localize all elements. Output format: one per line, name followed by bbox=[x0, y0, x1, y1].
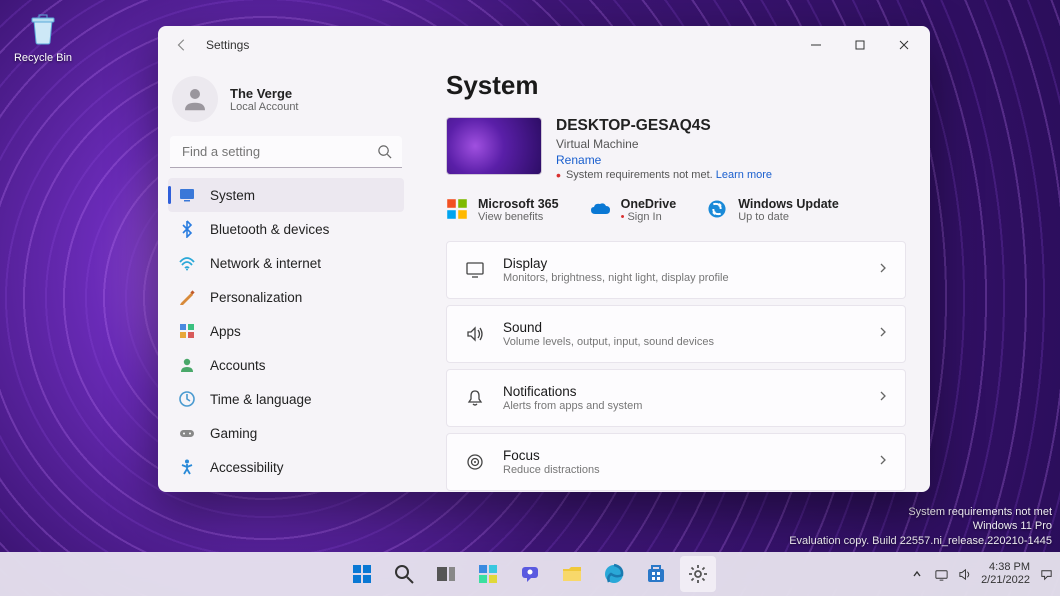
service-microsoft365[interactable]: Microsoft 365View benefits bbox=[446, 197, 559, 223]
chevron-right-icon bbox=[877, 453, 889, 471]
avatar-icon bbox=[172, 76, 218, 122]
desktop-watermark: System requirements not met Windows 11 P… bbox=[789, 505, 1052, 548]
taskbar: 4:38 PM 2/21/2022 bbox=[0, 552, 1060, 596]
page-title: System bbox=[446, 70, 906, 101]
back-button[interactable] bbox=[172, 35, 192, 55]
explorer-button[interactable] bbox=[554, 556, 590, 592]
card-display[interactable]: DisplayMonitors, brightness, night light… bbox=[446, 241, 906, 299]
search-input[interactable] bbox=[170, 136, 402, 168]
accessibility-icon bbox=[178, 458, 196, 476]
store-button[interactable] bbox=[638, 556, 674, 592]
close-button[interactable] bbox=[882, 30, 926, 60]
chat-button[interactable] bbox=[512, 556, 548, 592]
widgets-button[interactable] bbox=[470, 556, 506, 592]
learn-more-link[interactable]: Learn more bbox=[716, 169, 772, 181]
personalization-icon bbox=[178, 288, 196, 306]
bluetooth-icon bbox=[178, 220, 196, 238]
system-icon bbox=[178, 186, 196, 204]
settings-window: Settings The Verge Local Account bbox=[158, 26, 930, 492]
service-windows-update[interactable]: Windows UpdateUp to date bbox=[706, 197, 839, 223]
card-notifications[interactable]: NotificationsAlerts from apps and system bbox=[446, 369, 906, 427]
account-type: Local Account bbox=[230, 101, 299, 113]
accounts-icon bbox=[178, 356, 196, 374]
window-title: Settings bbox=[206, 38, 249, 52]
card-sound[interactable]: SoundVolume levels, output, input, sound… bbox=[446, 305, 906, 363]
task-view-button[interactable] bbox=[428, 556, 464, 592]
service-onedrive[interactable]: OneDrive•Sign In bbox=[589, 197, 677, 223]
nav-personalization[interactable]: Personalization bbox=[168, 280, 404, 314]
chevron-right-icon bbox=[877, 389, 889, 407]
minimize-button[interactable] bbox=[794, 30, 838, 60]
chevron-right-icon bbox=[877, 261, 889, 279]
tray-notifications-icon[interactable] bbox=[1038, 566, 1054, 582]
tray-volume-icon[interactable] bbox=[957, 566, 973, 582]
gaming-icon bbox=[178, 424, 196, 442]
titlebar: Settings bbox=[158, 26, 930, 64]
recycle-bin-label: Recycle Bin bbox=[14, 52, 72, 64]
main-content: System DESKTOP-GESAQ4S Virtual Machine R… bbox=[414, 64, 930, 492]
search-icon bbox=[377, 144, 392, 164]
chevron-right-icon bbox=[877, 325, 889, 343]
nav-bluetooth[interactable]: Bluetooth & devices bbox=[168, 212, 404, 246]
notifications-icon bbox=[463, 388, 487, 408]
maximize-button[interactable] bbox=[838, 30, 882, 60]
requirements-notice: • System requirements not met. Learn mor… bbox=[556, 169, 772, 181]
network-icon bbox=[178, 254, 196, 272]
desktop: Recycle Bin System requirements not met … bbox=[0, 0, 1060, 596]
nav-accounts[interactable]: Accounts bbox=[168, 348, 404, 382]
tray-network-icon[interactable] bbox=[933, 566, 949, 582]
device-thumbnail bbox=[446, 117, 542, 175]
edge-button[interactable] bbox=[596, 556, 632, 592]
sound-icon bbox=[463, 324, 487, 344]
account-name: The Verge bbox=[230, 86, 299, 101]
device-type: Virtual Machine bbox=[556, 137, 772, 151]
sidebar: The Verge Local Account System bbox=[158, 64, 414, 492]
system-tray: 4:38 PM 2/21/2022 bbox=[909, 561, 1054, 586]
microsoft365-icon bbox=[446, 198, 468, 220]
card-focus[interactable]: FocusReduce distractions bbox=[446, 433, 906, 491]
nav-system[interactable]: System bbox=[168, 178, 404, 212]
nav-apps[interactable]: Apps bbox=[168, 314, 404, 348]
nav: System Bluetooth & devices Network & int… bbox=[168, 178, 404, 492]
recycle-bin[interactable]: Recycle Bin bbox=[12, 8, 74, 64]
search-button[interactable] bbox=[386, 556, 422, 592]
device-name: DESKTOP-GESAQ4S bbox=[556, 117, 772, 135]
account-block[interactable]: The Verge Local Account bbox=[168, 70, 404, 136]
focus-icon bbox=[463, 452, 487, 472]
recycle-bin-icon bbox=[23, 8, 63, 48]
rename-link[interactable]: Rename bbox=[556, 153, 772, 167]
settings-button[interactable] bbox=[680, 556, 716, 592]
time-language-icon bbox=[178, 390, 196, 408]
taskbar-clock[interactable]: 4:38 PM 2/21/2022 bbox=[981, 561, 1030, 586]
windows-update-icon bbox=[706, 198, 728, 220]
display-icon bbox=[463, 260, 487, 280]
tray-chevron-icon[interactable] bbox=[909, 566, 925, 582]
search-box bbox=[170, 136, 402, 168]
nav-time-language[interactable]: Time & language bbox=[168, 382, 404, 416]
nav-accessibility[interactable]: Accessibility bbox=[168, 450, 404, 484]
start-button[interactable] bbox=[344, 556, 380, 592]
services-row: Microsoft 365View benefits OneDrive•Sign… bbox=[446, 197, 906, 223]
nav-network[interactable]: Network & internet bbox=[168, 246, 404, 280]
nav-gaming[interactable]: Gaming bbox=[168, 416, 404, 450]
apps-icon bbox=[178, 322, 196, 340]
onedrive-icon bbox=[589, 198, 611, 220]
device-block: DESKTOP-GESAQ4S Virtual Machine Rename •… bbox=[446, 117, 906, 181]
